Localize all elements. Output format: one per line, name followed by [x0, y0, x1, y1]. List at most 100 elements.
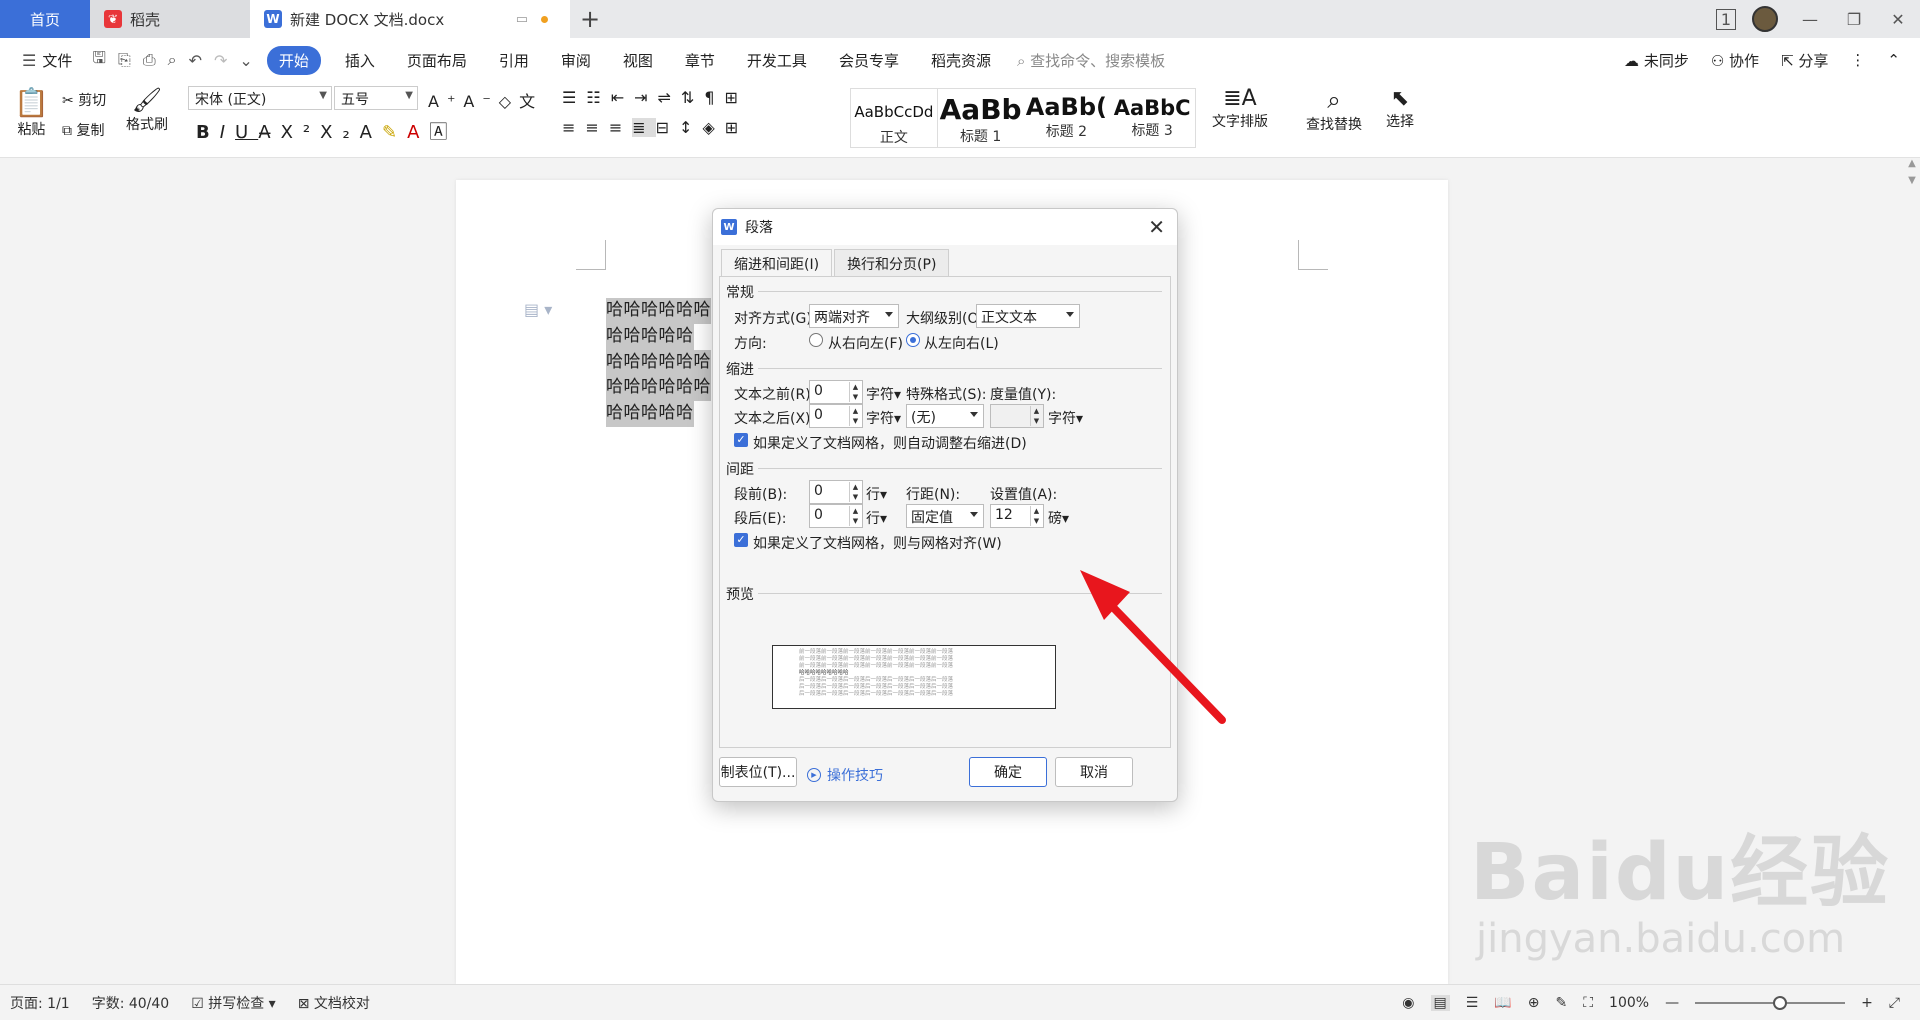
before-text-input[interactable]: 0 ▲ ▼ [809, 380, 863, 404]
line-spacing-select[interactable]: 固定值 [906, 504, 984, 528]
grid-align-label[interactable]: 如果定义了文档网格，则与网格对齐(W) [753, 533, 1002, 553]
font-name-select[interactable]: 宋体 (正文) ▼ [188, 86, 332, 110]
show-marks-icon[interactable]: ¶ [704, 88, 724, 107]
page-view-icon[interactable]: ▤ [1430, 995, 1450, 1011]
char-border-icon[interactable]: 🄰 [429, 122, 457, 143]
outline-view-icon[interactable]: ☰ [1466, 995, 1479, 1011]
increase-indent-icon[interactable]: ⇥ [634, 88, 657, 107]
clear-format-icon[interactable]: ◇ [499, 92, 519, 111]
tab-indent-spacing[interactable]: 缩进和间距(I) [721, 249, 833, 277]
shading-icon[interactable]: ◈ [702, 118, 724, 137]
fit-icon[interactable]: ⛶ [1583, 995, 1593, 1011]
preview-icon[interactable]: ⌕ [168, 50, 177, 70]
text-layout-button[interactable]: ≣A 文字排版 [1212, 86, 1268, 131]
vertical-scrollbar[interactable]: ▲ ▼ [1904, 158, 1920, 984]
outline-select[interactable]: 正文文本 [976, 304, 1080, 328]
window-badge-icon[interactable]: 1 [1715, 8, 1736, 30]
ok-button[interactable]: 确定 [969, 757, 1047, 787]
zoom-slider-handle[interactable] [1773, 996, 1788, 1010]
tab-stops-button[interactable]: 制表位(T)... [719, 757, 797, 787]
special-select[interactable]: (无) [906, 404, 984, 428]
avatar[interactable] [1752, 6, 1778, 32]
set-value-unit[interactable]: 磅▾ [1048, 508, 1069, 528]
menu-chapter[interactable]: 章节 [669, 50, 731, 71]
print-icon[interactable]: ⎙ [143, 50, 156, 70]
command-search[interactable]: ⌕ 查找命令、搜索模板 [1017, 50, 1165, 71]
align-center-icon[interactable]: ≡ [585, 118, 608, 137]
menu-daoke-resources[interactable]: 稻壳资源 [915, 50, 1007, 71]
tab-line-page-break[interactable]: 换行和分页(P) [834, 249, 950, 277]
minimize-icon[interactable]: — [1788, 10, 1832, 29]
tab-daoke[interactable]: ❦ 稻壳 [90, 0, 250, 38]
copy-button[interactable]: ⧉ 复制 [62, 120, 104, 140]
phonetic-icon[interactable]: 文 [519, 92, 543, 111]
doc-proof-button[interactable]: ⊠ 文档校对 [298, 993, 370, 1013]
strikethrough-icon[interactable]: A̶ [258, 122, 280, 143]
spinner-arrows-icon[interactable]: ▲ ▼ [849, 406, 861, 426]
close-window-icon[interactable]: ✕ [1876, 10, 1920, 29]
tab-document[interactable]: W 新建 DOCX 文档.docx ▭ [250, 0, 570, 38]
spell-check-button[interactable]: ☑ 拼写检查 ▾ [191, 993, 276, 1013]
ltr-radio[interactable] [906, 333, 920, 347]
paragraph-layout-icon[interactable]: ▤ ▾ [524, 300, 552, 319]
menu-review[interactable]: 审阅 [545, 50, 607, 71]
cut-button[interactable]: ✂ 剪切 [62, 90, 106, 110]
ltr-label[interactable]: 从左向右(L) [924, 333, 999, 353]
zoom-in-icon[interactable]: + [1861, 995, 1873, 1011]
rtl-radio[interactable] [809, 333, 823, 347]
before-para-unit[interactable]: 行▾ [866, 484, 887, 504]
menu-insert[interactable]: 插入 [329, 50, 391, 71]
rtl-label[interactable]: 从右向左(F) [828, 333, 903, 353]
format-painter-button[interactable]: 🖌 格式刷 [126, 86, 168, 134]
menu-member[interactable]: 会员专享 [823, 50, 915, 71]
measure-unit[interactable]: 字符▾ [1048, 408, 1083, 428]
tab-home[interactable]: 首页 [0, 0, 90, 38]
hamburger-icon[interactable]: ☰ [22, 51, 36, 70]
dialog-close-icon[interactable]: ✕ [1148, 215, 1165, 239]
share-button[interactable]: ⇱ 分享 [1781, 50, 1828, 71]
superscript-icon[interactable]: X² [281, 122, 321, 143]
highlight-icon[interactable]: ✎ [382, 122, 407, 143]
more-icon[interactable]: ⋮ [1850, 51, 1865, 69]
save-icon[interactable]: 🖫 [92, 47, 106, 74]
grid-align-checkbox[interactable]: ✓ [734, 533, 748, 547]
fullscreen-icon[interactable]: ⤢ [1889, 995, 1900, 1011]
after-text-input[interactable]: 0 ▲ ▼ [809, 404, 863, 428]
spinner-arrows-icon[interactable]: ▲ ▼ [849, 482, 861, 502]
sync-button[interactable]: ☁ 未同步 [1624, 50, 1689, 71]
sort-icon[interactable]: ⇅ [681, 88, 704, 107]
cancel-button[interactable]: 取消 [1055, 757, 1133, 787]
page-count[interactable]: 页面: 1/1 [10, 993, 70, 1013]
zoom-level[interactable]: 100% [1609, 995, 1649, 1011]
menu-view[interactable]: 视图 [607, 50, 669, 71]
menu-file[interactable]: 文件 [42, 50, 72, 71]
zoom-slider[interactable] [1695, 996, 1846, 1010]
table-icon[interactable]: ⊞ [725, 88, 748, 107]
auto-indent-label[interactable]: 如果定义了文档网格，则自动调整右缩进(D) [753, 433, 1027, 453]
font-color-icon[interactable]: A [407, 122, 429, 143]
bullet-list-icon[interactable]: ☰ [562, 88, 586, 107]
select-button[interactable]: ⬉ 选择 [1386, 86, 1414, 131]
style-heading-2[interactable]: AaBb(标题 2 [1024, 89, 1110, 147]
style-heading-3[interactable]: AaBbC 标题 3 [1109, 89, 1195, 147]
collab-button[interactable]: ⚇ 协作 [1711, 50, 1759, 71]
redo-icon[interactable]: ↷ [214, 51, 227, 70]
menu-reference[interactable]: 引用 [483, 50, 545, 71]
new-tab-button[interactable]: + [570, 0, 610, 38]
restore-icon[interactable]: ❐ [1832, 10, 1876, 29]
shrink-font-icon[interactable]: A⁻ [463, 92, 498, 111]
set-value-input[interactable]: 12 ▲ ▼ [990, 504, 1044, 528]
align-right-icon[interactable]: ≡ [609, 118, 632, 137]
eye-protect-icon[interactable]: ◉ [1402, 995, 1414, 1011]
scroll-down-icon[interactable]: ▼ [1904, 175, 1920, 186]
spinner-arrows-icon[interactable]: ▲ ▼ [849, 506, 861, 526]
spinner-arrows-icon[interactable]: ▲ ▼ [1030, 406, 1042, 426]
web-view-icon[interactable]: ⊕ [1528, 995, 1540, 1011]
italic-icon[interactable]: I [220, 122, 235, 143]
before-para-input[interactable]: 0 ▲ ▼ [809, 480, 863, 504]
document-text[interactable]: 哈哈哈哈哈哈 哈哈哈哈哈 哈哈哈哈哈哈 哈哈哈哈哈哈 哈哈哈哈哈 [606, 298, 711, 427]
zoom-out-icon[interactable]: — [1665, 995, 1679, 1011]
measure-input[interactable]: ▲ ▼ [990, 404, 1044, 428]
align-select[interactable]: 两端对齐 [809, 304, 899, 328]
style-heading-1[interactable]: AaBb 标题 1 [938, 89, 1024, 147]
